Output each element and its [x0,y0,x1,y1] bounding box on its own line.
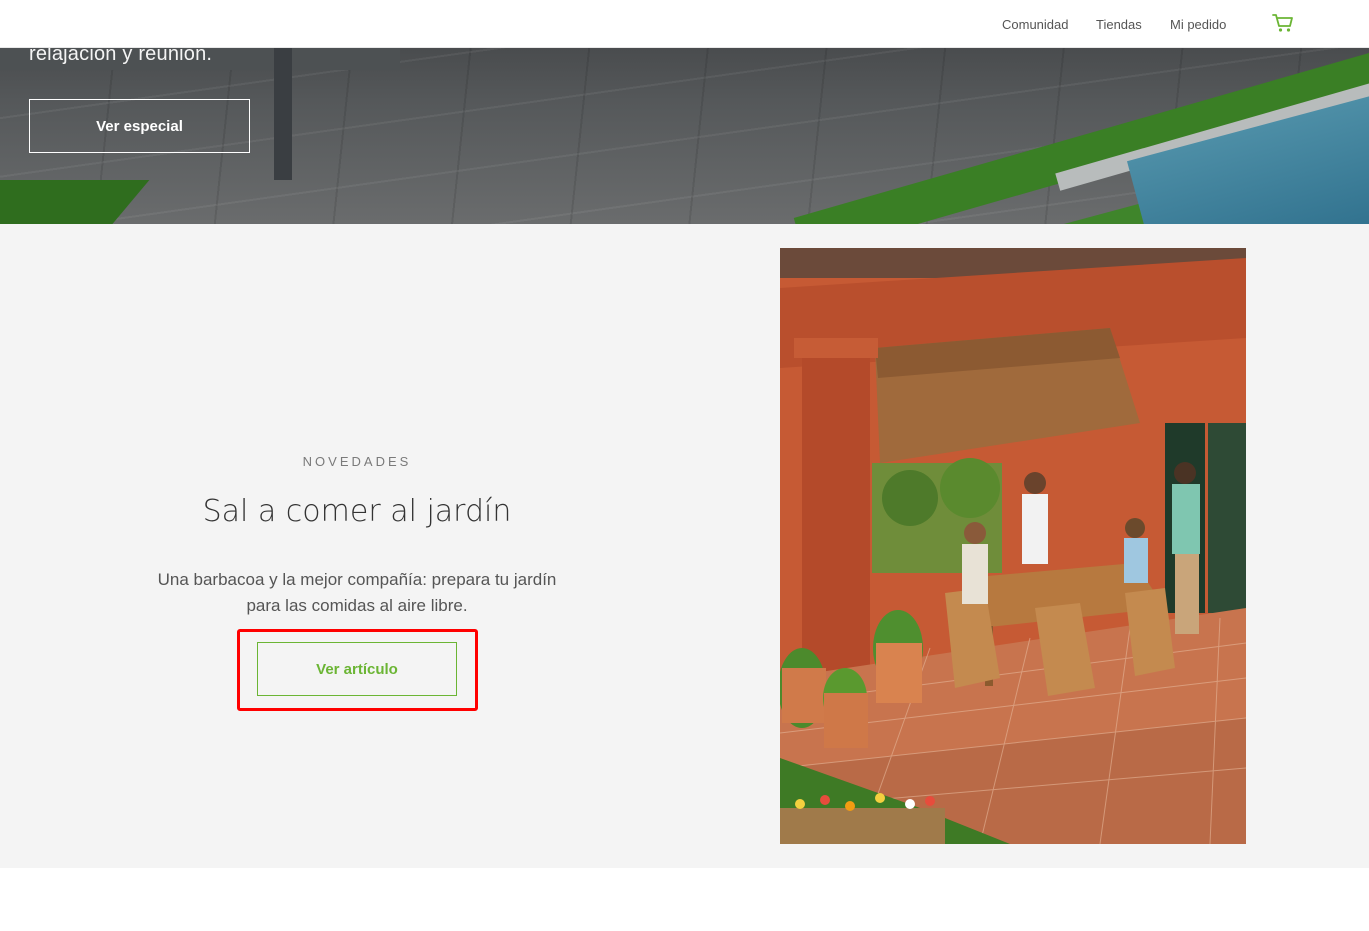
cart-icon[interactable] [1272,13,1294,33]
nav-link-mi-pedido[interactable]: Mi pedido [1170,17,1226,32]
section-title: Sal a comer al jardín [202,494,512,529]
top-navigation: Comunidad Tiendas Mi pedido [0,0,1369,48]
ver-especial-button[interactable]: Ver especial [29,99,250,153]
feature-image [780,248,1246,844]
section-description: Una barbacoa y la mejor compañía: prepar… [157,570,557,615]
section-eyebrow: NOVEDADES [302,454,412,469]
hero-post [274,40,292,180]
ver-articulo-button[interactable]: Ver artículo [257,642,457,696]
nav-link-comunidad[interactable]: Comunidad [1002,17,1069,32]
nav-link-tiendas[interactable]: Tiendas [1096,17,1142,32]
feature-section: NOVEDADES Sal a comer al jardín Una barb… [0,224,1369,868]
